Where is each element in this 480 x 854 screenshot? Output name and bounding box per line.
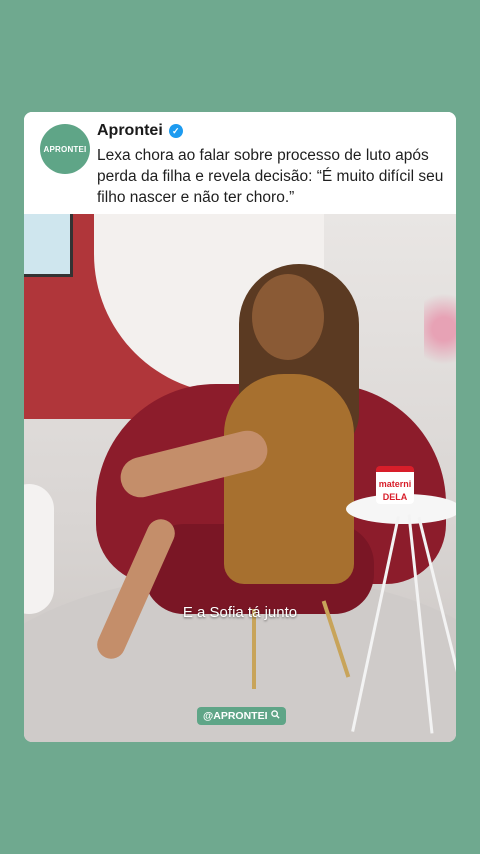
white-object: [24, 484, 54, 614]
mug-text: materni DELA: [378, 479, 412, 502]
chair-leg: [252, 609, 256, 689]
monitor: [24, 214, 73, 277]
watermark: @APRONTEI: [197, 707, 286, 725]
post-card: APRONTEI Aprontei ✓ Lexa chora ao falar …: [24, 112, 456, 742]
avatar-label: APRONTEI: [43, 144, 87, 154]
account-row: Aprontei ✓: [97, 122, 183, 140]
video-subtitle: E a Sofia tá junto: [182, 604, 298, 621]
woman-head: [252, 274, 324, 360]
video-frame[interactable]: materni DELA E a Sofia tá junto @APRONTE…: [24, 214, 456, 742]
avatar[interactable]: APRONTEI: [40, 124, 90, 174]
flowers: [424, 274, 456, 384]
account-name[interactable]: Aprontei: [97, 122, 163, 140]
post-header: APRONTEI Aprontei ✓ Lexa chora ao falar …: [24, 112, 456, 214]
post-headline: Lexa chora ao falar sobre processo de lu…: [97, 147, 444, 206]
search-icon: [270, 710, 280, 722]
verified-badge-icon: ✓: [168, 124, 183, 138]
watermark-text: @APRONTEI: [203, 710, 268, 722]
mug: materni DELA: [376, 466, 414, 504]
woman-dress: [224, 374, 354, 584]
